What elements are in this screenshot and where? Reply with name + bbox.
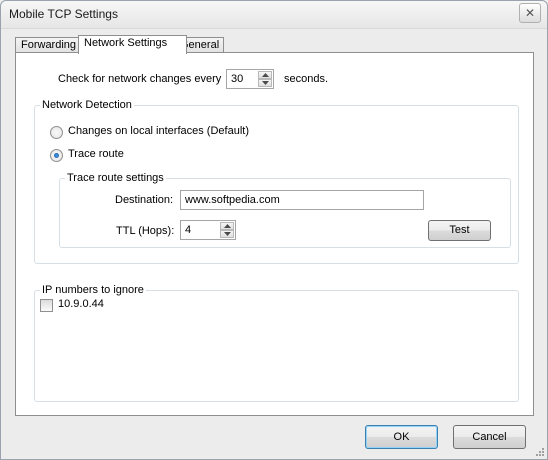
radio-local-interfaces[interactable]: [50, 126, 63, 139]
ttl-spinner[interactable]: 4: [180, 220, 236, 240]
ip-ignore-legend: IP numbers to ignore: [40, 284, 146, 296]
check-interval-spinner[interactable]: 30: [226, 69, 274, 89]
check-interval-up-button[interactable]: [258, 71, 272, 79]
ip-ignore-group: [34, 290, 519, 402]
ok-button[interactable]: OK: [365, 425, 438, 449]
resize-grip-icon[interactable]: [533, 445, 545, 457]
radio-trace-route[interactable]: [50, 149, 63, 162]
ip-ignore-item-label: 10.9.0.44: [58, 298, 104, 310]
destination-value: www.softpedia.com: [185, 194, 280, 206]
radio-local-interfaces-label[interactable]: Changes on local interfaces (Default): [68, 125, 249, 137]
check-interval-suffix: seconds.: [284, 73, 329, 85]
tab-network-settings[interactable]: Network Settings: [78, 35, 187, 54]
arrow-up-icon: [262, 73, 269, 77]
ttl-up-button[interactable]: [220, 222, 234, 230]
radio-trace-route-label[interactable]: Trace route: [68, 148, 124, 160]
window-title: Mobile TCP Settings: [9, 7, 118, 21]
check-interval-down-button[interactable]: [258, 79, 272, 87]
network-settings-panel: Check for network changes every 30 secon…: [15, 52, 534, 416]
arrow-down-icon: [262, 81, 269, 85]
test-button[interactable]: Test: [428, 220, 491, 241]
trace-route-legend: Trace route settings: [65, 172, 166, 184]
ttl-label: TTL (Hops):: [116, 225, 175, 237]
title-bar: Mobile TCP Settings ✕: [1, 1, 547, 29]
destination-input[interactable]: www.softpedia.com: [180, 190, 424, 210]
ip-ignore-checkbox[interactable]: [40, 299, 53, 312]
check-interval-prefix: Check for network changes every: [58, 73, 222, 85]
check-interval-value: 30: [231, 73, 244, 85]
destination-label: Destination:: [115, 194, 174, 206]
radio-selected-dot: [54, 153, 59, 158]
close-button[interactable]: ✕: [519, 3, 541, 23]
ttl-value: 4: [185, 224, 192, 236]
close-icon: ✕: [524, 6, 536, 20]
network-detection-legend: Network Detection: [40, 99, 134, 111]
cancel-button[interactable]: Cancel: [453, 425, 526, 449]
settings-window: Mobile TCP Settings ✕ Forwarding Network…: [0, 0, 548, 460]
arrow-up-icon: [224, 224, 231, 228]
arrow-down-icon: [224, 232, 231, 236]
tab-forwarding[interactable]: Forwarding: [15, 37, 79, 53]
ttl-down-button[interactable]: [220, 230, 234, 238]
